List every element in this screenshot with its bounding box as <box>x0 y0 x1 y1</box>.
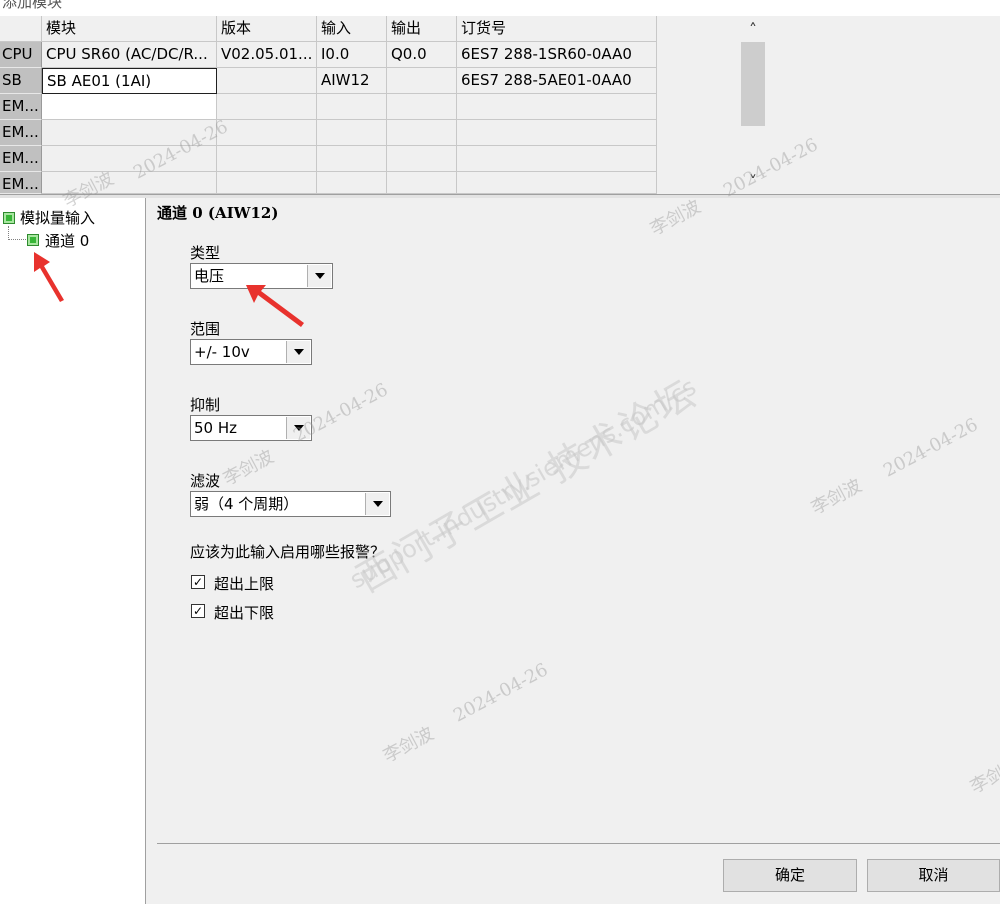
suppression-label: 抑制 <box>190 396 221 414</box>
module-grid: 模块 版本 输入 输出 订货号 CPU CPU SR60 (AC/DC/R...… <box>0 16 657 194</box>
suppression-select[interactable]: 50 Hz <box>190 415 312 441</box>
cell-version[interactable]: V02.05.01... <box>217 42 317 68</box>
tree-node-channel-0[interactable]: 通道 0 <box>45 230 89 251</box>
range-select[interactable]: +/- 10v <box>190 339 312 365</box>
cell-input[interactable] <box>317 172 387 194</box>
tree-node-icon <box>27 234 39 246</box>
cell-version[interactable] <box>217 120 317 146</box>
scroll-up-icon[interactable]: ˄ <box>741 20 765 40</box>
cell-output[interactable] <box>387 172 457 194</box>
row-header-em[interactable]: EM... <box>0 94 42 120</box>
col-header-output[interactable]: 输出 <box>387 16 457 42</box>
window-title: 添加模块 <box>2 0 63 11</box>
grid-vertical-scrollbar[interactable]: ˄ ˅ <box>741 20 765 192</box>
tree-connector <box>8 226 26 240</box>
check-icon: ✓ <box>192 575 204 589</box>
check-icon: ✓ <box>192 604 204 618</box>
cancel-button[interactable]: 取消 <box>867 859 1000 892</box>
cell-module[interactable] <box>42 120 217 146</box>
upper-limit-label[interactable]: 超出上限 <box>214 573 274 594</box>
chevron-down-icon[interactable] <box>286 341 310 363</box>
cell-version[interactable] <box>217 68 317 94</box>
chevron-down-icon[interactable] <box>307 265 331 287</box>
title-bar: 添加模块 <box>0 0 1000 16</box>
cell-output[interactable] <box>387 94 457 120</box>
scroll-down-icon[interactable]: ˅ <box>741 172 765 192</box>
cell-input[interactable]: AIW12 <box>317 68 387 94</box>
cell-module-selected[interactable]: SB AE01 (1AI) <box>42 68 217 94</box>
row-header-em[interactable]: EM... <box>0 146 42 172</box>
ok-button[interactable]: 确定 <box>723 859 857 892</box>
lower-limit-checkbox[interactable]: ✓ <box>191 604 205 618</box>
type-select[interactable]: 电压 <box>190 263 333 289</box>
cell-order-number[interactable] <box>457 146 657 172</box>
chevron-down-icon[interactable] <box>286 417 310 439</box>
cell-input[interactable] <box>317 146 387 172</box>
tree-node-icon <box>3 212 15 224</box>
cell-version[interactable] <box>217 94 317 120</box>
module-grid-area: 模块 版本 输入 输出 订货号 CPU CPU SR60 (AC/DC/R...… <box>0 16 1000 194</box>
range-select-value: +/- 10v <box>194 343 250 361</box>
col-header-module[interactable]: 模块 <box>42 16 217 42</box>
alarm-question: 应该为此输入启用哪些报警？ <box>190 543 386 561</box>
col-header-input[interactable]: 输入 <box>317 16 387 42</box>
filter-select-value: 弱（4 个周期） <box>194 495 299 513</box>
cell-order-number[interactable]: 6ES7 288-5AE01-0AA0 <box>457 68 657 94</box>
footer-divider <box>157 843 1000 844</box>
cell-order-number[interactable] <box>457 94 657 120</box>
tree-node-analog-input[interactable]: 模拟量输入 <box>20 207 95 228</box>
chevron-down-icon[interactable] <box>365 493 389 515</box>
filter-select[interactable]: 弱（4 个周期） <box>190 491 391 517</box>
type-select-value: 电压 <box>194 267 225 285</box>
row-header-cpu[interactable]: CPU <box>0 42 42 68</box>
cell-order-number[interactable] <box>457 120 657 146</box>
filter-label: 滤波 <box>190 472 221 490</box>
cell-version[interactable] <box>217 172 317 194</box>
upper-limit-checkbox[interactable]: ✓ <box>191 575 205 589</box>
col-header-version[interactable]: 版本 <box>217 16 317 42</box>
channel-tree: 模拟量输入 通道 0 <box>0 198 146 904</box>
row-header-em[interactable]: EM... <box>0 120 42 146</box>
range-label: 范围 <box>190 320 221 338</box>
cell-output[interactable]: Q0.0 <box>387 42 457 68</box>
cell-output[interactable] <box>387 68 457 94</box>
type-label: 类型 <box>190 244 221 262</box>
cell-order-number[interactable]: 6ES7 288-1SR60-0AA0 <box>457 42 657 68</box>
cell-module[interactable] <box>42 146 217 172</box>
cell-input[interactable]: I0.0 <box>317 42 387 68</box>
cell-input[interactable] <box>317 120 387 146</box>
cell-module[interactable] <box>42 94 217 120</box>
row-header-em[interactable]: EM... <box>0 172 42 194</box>
panel-title: 通道 0 (AIW12) <box>157 204 279 222</box>
cell-module[interactable]: CPU SR60 (AC/DC/R... <box>42 42 217 68</box>
cell-output[interactable] <box>387 120 457 146</box>
grid-corner-header <box>0 16 42 42</box>
cell-input[interactable] <box>317 94 387 120</box>
cell-version[interactable] <box>217 146 317 172</box>
row-header-sb[interactable]: SB <box>0 68 42 94</box>
cell-output[interactable] <box>387 146 457 172</box>
cell-module[interactable] <box>42 172 217 194</box>
lower-limit-label[interactable]: 超出下限 <box>214 602 274 623</box>
scroll-thumb[interactable] <box>741 42 765 126</box>
suppression-select-value: 50 Hz <box>194 419 238 437</box>
channel-config-panel: 通道 0 (AIW12) 类型 电压 范围 +/- 10v 抑制 50 Hz 滤… <box>147 198 1000 904</box>
cell-order-number[interactable] <box>457 172 657 194</box>
col-header-order-number[interactable]: 订货号 <box>457 16 657 42</box>
